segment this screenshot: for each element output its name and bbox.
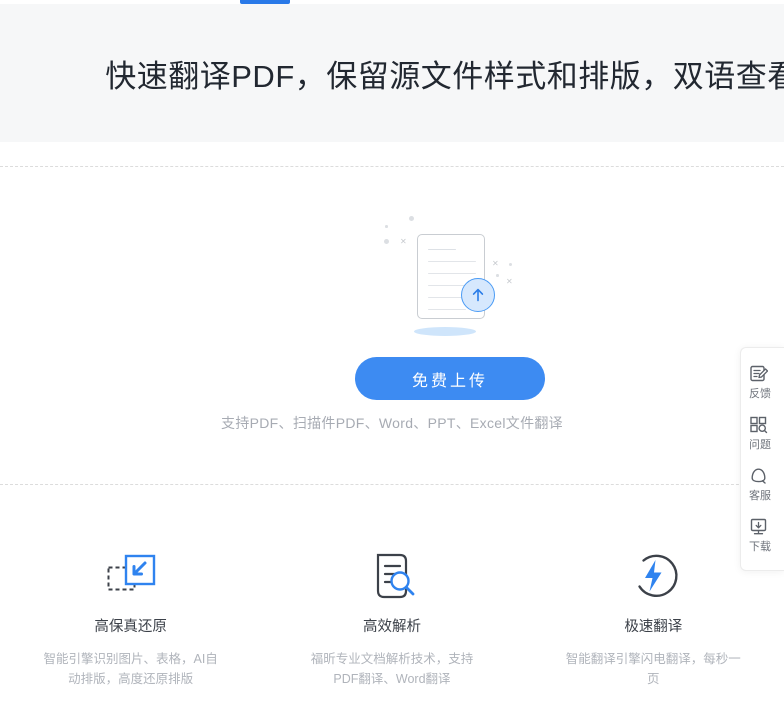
decorative-dot (496, 274, 499, 277)
decorative-dot (385, 225, 388, 228)
feature-card-efficient-parsing: 高效解析 福昕专业文档解析技术，支持PDF翻译、Word翻译 (261, 485, 522, 709)
document-search-icon (261, 548, 522, 604)
top-bar (0, 0, 784, 4)
feature-title: 高保真还原 (94, 619, 167, 635)
rail-item-feedback[interactable]: 反馈 (741, 357, 784, 408)
support-icon (749, 466, 784, 485)
feature-card-high-fidelity: 高保真还原 智能引擎识别图片、表格，AI自动排版，高度还原排版 (0, 485, 261, 709)
rail-item-questions[interactable]: 问题 (741, 408, 784, 459)
rail-item-download[interactable]: 下载 (741, 510, 784, 561)
feedback-icon (749, 364, 784, 383)
supported-formats-note: 支持PDF、扫描件PDF、Word、PPT、Excel文件翻译 (221, 415, 563, 431)
feature-description: 福昕专业文档解析技术，支持PDF翻译、Word翻译 (310, 652, 474, 686)
feature-description: 智能翻译引擎闪电翻译，每秒一页 (565, 652, 741, 686)
decorative-x-mark: ✕ (506, 277, 513, 286)
decorative-dot (509, 263, 512, 266)
hero-banner: 快速翻译PDF，保留源文件样式和排版，双语查看 (0, 4, 784, 142)
right-side-rail: 反馈 问题 客服 下载 (740, 347, 784, 571)
features-section: 高保真还原 智能引擎识别图片、表格，AI自动排版，高度还原排版 高效解析 福昕专… (0, 485, 784, 709)
active-tab-indicator[interactable] (240, 0, 290, 4)
decorative-dot (409, 216, 414, 221)
upload-arrow-icon (461, 278, 495, 312)
rail-item-support[interactable]: 客服 (741, 459, 784, 510)
illustration-shadow (414, 327, 476, 336)
questions-icon (749, 415, 784, 434)
feature-title: 极速翻译 (624, 619, 683, 635)
upload-illustration: ✕ ✕ ✕ (372, 212, 532, 352)
decorative-x-mark: ✕ (400, 237, 407, 246)
rail-item-label: 问题 (749, 439, 771, 451)
decorative-dot (384, 239, 389, 244)
rail-item-label: 客服 (749, 490, 771, 502)
download-icon (749, 517, 784, 536)
decorative-x-mark: ✕ (492, 259, 499, 268)
feature-description: 智能引擎识别图片、表格，AI自动排版，高度还原排版 (43, 652, 218, 686)
upload-section: ✕ ✕ ✕ 免费上传 支持PDF、扫描件PDF、Word、PPT、Excel文件… (0, 167, 784, 484)
feature-title: 高效解析 (362, 619, 421, 635)
rail-item-label: 反馈 (749, 388, 771, 400)
rail-item-label: 下载 (749, 541, 771, 553)
restore-fidelity-icon (0, 548, 261, 604)
page-title: 快速翻译PDF，保留源文件样式和排版，双语查看 (105, 58, 784, 94)
free-upload-button[interactable]: 免费上传 (355, 357, 545, 400)
